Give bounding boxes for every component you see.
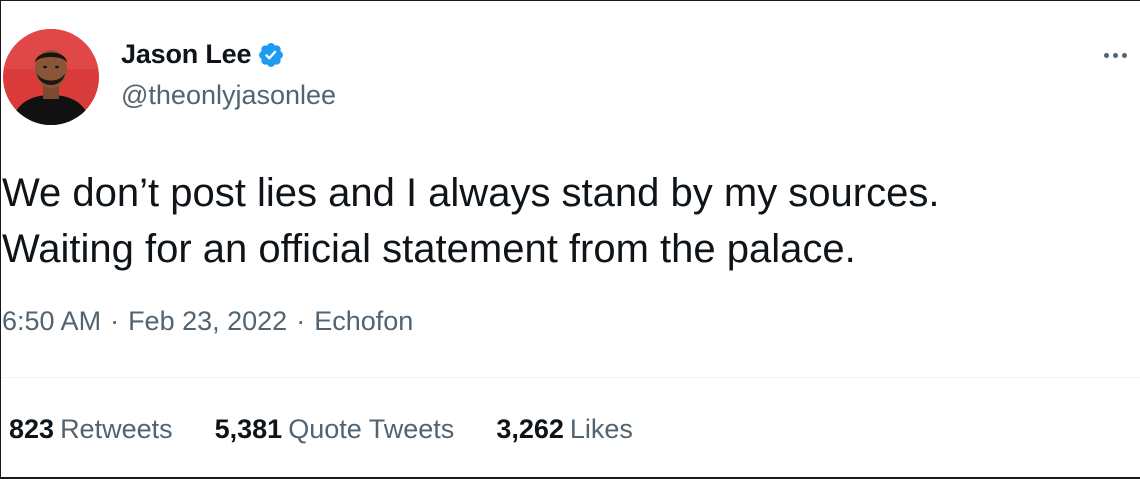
quote-tweets-label: Quote Tweets: [288, 414, 455, 444]
tweet-text-line: We don’t post lies and I always stand by…: [2, 171, 940, 215]
author-name[interactable]: Jason Lee: [121, 39, 251, 70]
quote-tweets-stat[interactable]: 5,381 Quote Tweets: [215, 414, 455, 445]
meta-separator: ·: [296, 306, 306, 336]
tweet-date[interactable]: Feb 23, 2022: [128, 306, 287, 337]
quote-tweets-count: 5,381: [214, 414, 283, 444]
meta-separator: ·: [110, 306, 120, 336]
tweet-stats: 823 Retweets 5,381 Quote Tweets 3,262 Likes: [9, 414, 633, 445]
more-dot: [1104, 52, 1109, 58]
avatar-image: [3, 29, 99, 125]
verified-badge-icon: [257, 41, 285, 69]
retweets-label: Retweets: [60, 414, 173, 444]
more-dot: [1113, 52, 1118, 58]
retweets-count: 823: [9, 414, 55, 444]
tweet-meta: 6:50 AM · Feb 23, 2022 · Echofon: [2, 306, 413, 337]
retweets-stat[interactable]: 823 Retweets: [9, 414, 173, 445]
author-name-row: Jason Lee: [121, 39, 285, 70]
tweet-time[interactable]: 6:50 AM: [2, 306, 101, 337]
more-dot: [1122, 52, 1127, 58]
more-options-icon[interactable]: [1104, 41, 1140, 69]
avatar[interactable]: [3, 29, 99, 125]
tweet-text: We don’t post lies and I always stand by…: [2, 165, 1132, 277]
tweet-source[interactable]: Echofon: [314, 306, 413, 337]
author-handle[interactable]: @theonlyjasonlee: [121, 80, 336, 111]
likes-label: Likes: [569, 414, 633, 444]
tweet-card: Jason Lee @theonlyjasonlee We don’t post…: [0, 0, 1140, 479]
tweet-text-line: Waiting for an official statement from t…: [2, 227, 856, 271]
divider: [1, 377, 1140, 378]
likes-stat[interactable]: 3,262 Likes: [496, 414, 633, 445]
likes-count: 3,262: [496, 414, 564, 444]
